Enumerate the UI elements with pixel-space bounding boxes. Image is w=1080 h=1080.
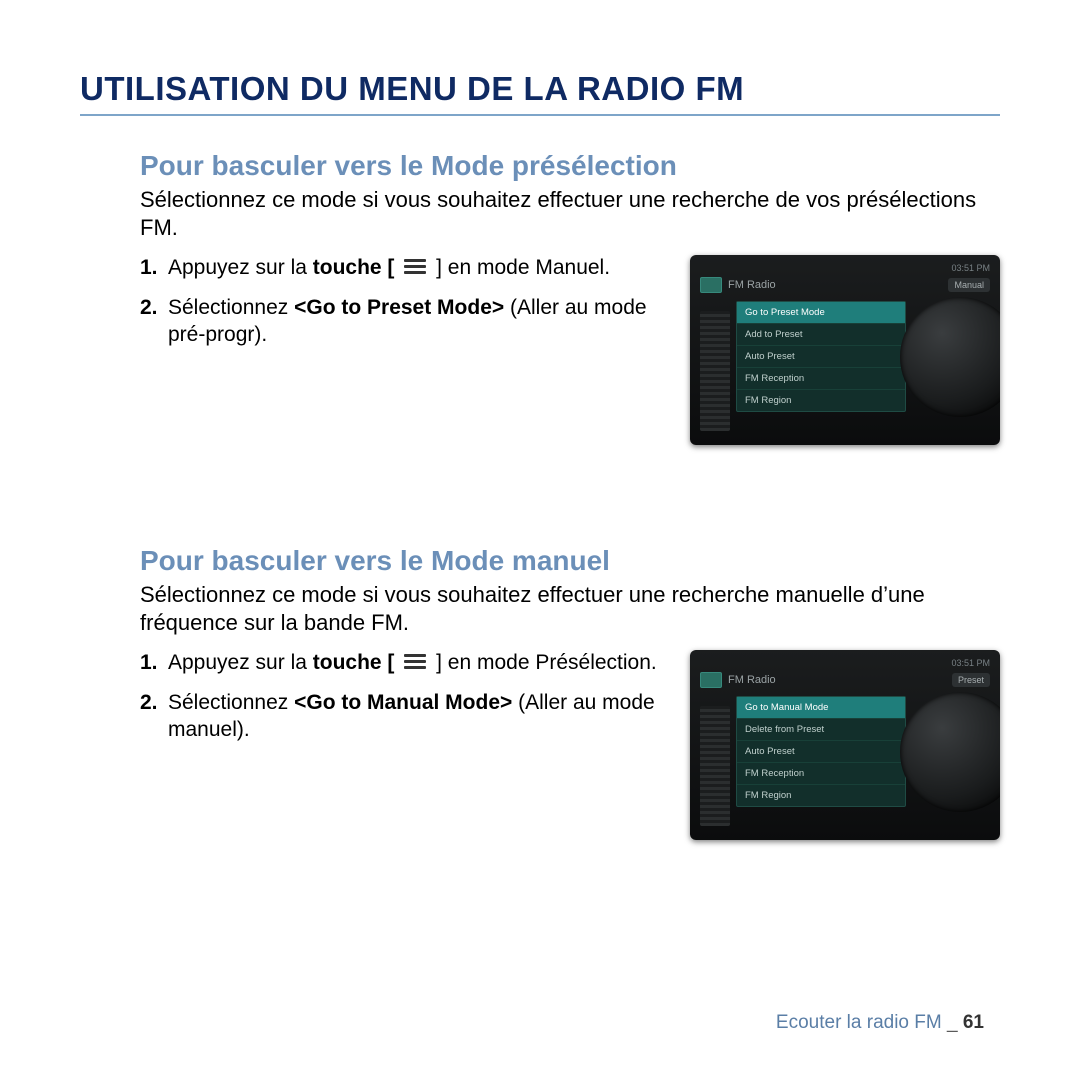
tuning-dial	[912, 303, 990, 423]
device-time: 03:51 PM	[951, 263, 990, 273]
step-number: 2.	[140, 690, 168, 716]
section-preset-mode: Pour basculer vers le Mode présélection …	[80, 150, 1000, 445]
step-text: Sélectionnez <Go to Manual Mode> (Aller …	[168, 690, 676, 743]
step-text: Appuyez sur la touche [ ] en mode Manuel…	[168, 255, 610, 281]
device-body: Go to Manual Mode Delete from Preset Aut…	[700, 694, 990, 826]
device-menu: Go to Preset Mode Add to Preset Auto Pre…	[736, 301, 906, 412]
device-time: 03:51 PM	[951, 658, 990, 668]
step-item: 1. Appuyez sur la touche [ ] en mode Man…	[140, 255, 676, 281]
section-row: 1. Appuyez sur la touche [ ] en mode Man…	[140, 255, 1000, 445]
mode-badge: Preset	[952, 673, 990, 687]
mode-badge: Manual	[948, 278, 990, 292]
step-number: 1.	[140, 650, 168, 676]
section-title: Pour basculer vers le Mode manuel	[140, 545, 1000, 577]
hamburger-icon	[404, 256, 426, 277]
device-app-name: FM Radio	[728, 674, 776, 686]
device-statusbar: 03:51 PM	[700, 263, 990, 273]
radio-panel	[700, 311, 730, 431]
footer-chapter: Ecouter la radio FM	[776, 1012, 942, 1033]
footer-page: 61	[963, 1012, 984, 1033]
menu-item[interactable]: Auto Preset	[737, 346, 905, 368]
steps-list: 1. Appuyez sur la touche [ ] en mode Man…	[140, 255, 676, 362]
radio-icon	[700, 277, 722, 293]
menu-item[interactable]: Auto Preset	[737, 741, 905, 763]
page-footer: Ecouter la radio FM _ 61	[776, 1012, 984, 1034]
menu-item-selected[interactable]: Go to Preset Mode	[737, 302, 905, 324]
page-title: UTILISATION DU MENU DE LA RADIO FM	[80, 70, 1000, 116]
section-description: Sélectionnez ce mode si vous souhaitez e…	[140, 186, 1000, 241]
device-title-row: FM Radio Manual	[700, 277, 990, 293]
menu-item[interactable]: Delete from Preset	[737, 719, 905, 741]
menu-item[interactable]: FM Region	[737, 390, 905, 411]
manual-page: UTILISATION DU MENU DE LA RADIO FM Pour …	[0, 0, 1080, 1080]
device-body: Go to Preset Mode Add to Preset Auto Pre…	[700, 299, 990, 431]
radio-panel	[700, 706, 730, 826]
section-title: Pour basculer vers le Mode présélection	[140, 150, 1000, 182]
step-number: 1.	[140, 255, 168, 281]
device-app-name: FM Radio	[728, 279, 776, 291]
hamburger-icon	[404, 651, 426, 672]
menu-item[interactable]: FM Reception	[737, 368, 905, 390]
steps-list: 1. Appuyez sur la touche [ ] en mode Pré…	[140, 650, 676, 757]
section-manual-mode: Pour basculer vers le Mode manuel Sélect…	[80, 545, 1000, 840]
menu-item[interactable]: Add to Preset	[737, 324, 905, 346]
step-item: 2. Sélectionnez <Go to Manual Mode> (All…	[140, 690, 676, 743]
section-description: Sélectionnez ce mode si vous souhaitez e…	[140, 581, 1000, 636]
step-item: 2. Sélectionnez <Go to Preset Mode> (All…	[140, 295, 676, 348]
device-screenshot-preset: 03:51 PM FM Radio Manual Go to Preset Mo…	[690, 255, 1000, 445]
device-menu: Go to Manual Mode Delete from Preset Aut…	[736, 696, 906, 807]
footer-separator: _	[947, 1012, 958, 1033]
device-screenshot-manual: 03:51 PM FM Radio Preset Go to Manual Mo…	[690, 650, 1000, 840]
device-statusbar: 03:51 PM	[700, 658, 990, 668]
tuning-dial	[912, 698, 990, 818]
menu-item[interactable]: FM Reception	[737, 763, 905, 785]
section-row: 1. Appuyez sur la touche [ ] en mode Pré…	[140, 650, 1000, 840]
device-title-row: FM Radio Preset	[700, 672, 990, 688]
step-item: 1. Appuyez sur la touche [ ] en mode Pré…	[140, 650, 676, 676]
menu-item-selected[interactable]: Go to Manual Mode	[737, 697, 905, 719]
radio-icon	[700, 672, 722, 688]
menu-item[interactable]: FM Region	[737, 785, 905, 806]
step-text: Sélectionnez <Go to Preset Mode> (Aller …	[168, 295, 676, 348]
step-text: Appuyez sur la touche [ ] en mode Présél…	[168, 650, 657, 676]
step-number: 2.	[140, 295, 168, 321]
